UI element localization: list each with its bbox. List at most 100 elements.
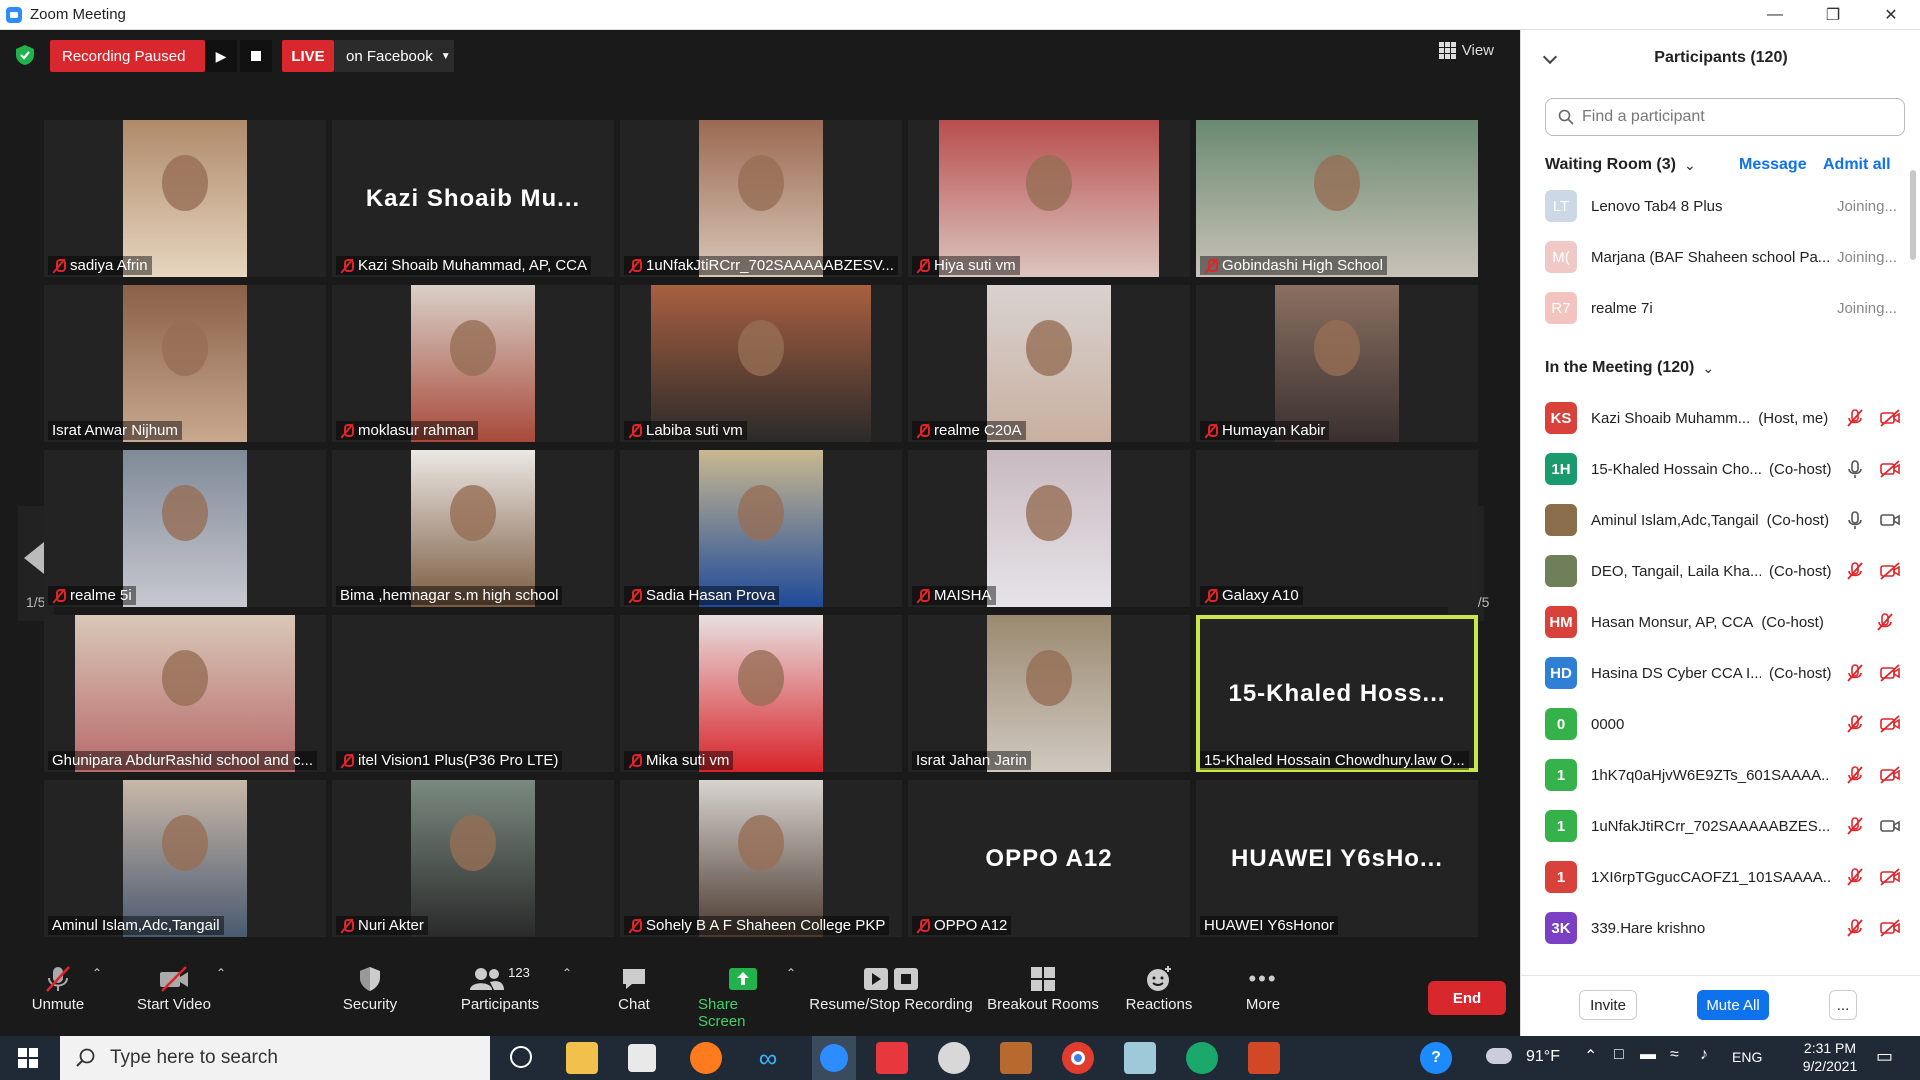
share-screen-button[interactable]: Share Screen — [698, 962, 788, 1030]
invite-button[interactable]: Invite — [1579, 990, 1637, 1020]
participant-video-tile[interactable]: realme 5i — [44, 450, 326, 607]
participants-caret-icon[interactable]: ⌃ — [562, 966, 572, 980]
chrome-icon[interactable] — [1062, 1042, 1094, 1074]
close-icon[interactable]: ✕ — [1862, 0, 1920, 30]
meeting-participant-row[interactable]: 3K 339.Hare krishno — [1545, 906, 1901, 950]
waiting-room-row[interactable]: M(Marjana (BAF Shaheen school Pa... Joini… — [1545, 235, 1901, 279]
powerpoint-icon[interactable] — [1248, 1042, 1280, 1074]
resume-stop-recording-button[interactable]: Resume/Stop Recording — [808, 962, 974, 1013]
video-off-icon[interactable] — [1879, 867, 1900, 887]
notes-app-icon[interactable] — [1124, 1042, 1156, 1074]
admit-all-link[interactable]: Admit all — [1823, 156, 1891, 174]
video-off-icon[interactable] — [1879, 459, 1900, 479]
participant-video-tile[interactable]: Gobindashi High School — [1196, 120, 1478, 277]
participant-video-tile[interactable]: Humayan Kabir — [1196, 285, 1478, 442]
waiting-room-row[interactable]: R7 realme 7i Joining... — [1545, 286, 1901, 330]
mic-muted-icon[interactable] — [1845, 408, 1865, 428]
tray-chevron-icon[interactable]: ⌃ — [1584, 1046, 1597, 1066]
video-off-icon[interactable] — [1879, 408, 1900, 428]
meeting-participant-row[interactable]: Aminul Islam,Adc,Tangail (Co-host) — [1545, 498, 1901, 542]
photo-app-icon[interactable] — [1000, 1042, 1032, 1074]
mic-muted-icon[interactable] — [1845, 816, 1865, 836]
view-button[interactable]: View — [1438, 42, 1494, 59]
unmute-button[interactable]: Unmute — [30, 962, 86, 1013]
meeting-participant-row[interactable]: HM Hasan Monsur, AP, CCA (Co-host) — [1545, 600, 1901, 644]
participant-video-tile[interactable]: Mika suti vm — [620, 615, 902, 772]
video-on-icon[interactable] — [1879, 510, 1900, 530]
participant-video-tile[interactable]: Israt Anwar Nijhum — [44, 285, 326, 442]
store-icon[interactable] — [628, 1044, 656, 1072]
participants-button[interactable]: 123 Participants — [460, 962, 540, 1014]
anydesk-icon[interactable] — [876, 1042, 908, 1074]
infinity-app-icon[interactable]: ∞ — [752, 1042, 784, 1074]
meeting-participant-row[interactable]: 1H 15-Khaled Hossain Cho... (Co-host) — [1545, 447, 1901, 491]
battery-icon[interactable]: ▬ — [1640, 1046, 1656, 1064]
video-options-caret-icon[interactable]: ⌃ — [216, 966, 226, 980]
meeting-participant-row[interactable]: 1 1hK7q0aHjvW6E9ZTs_601SAAAA... — [1545, 753, 1901, 797]
participant-video-tile[interactable]: itel Vision1 Plus(P36 Pro LTE) — [332, 615, 614, 772]
participant-video-tile[interactable]: Galaxy A10 — [1196, 450, 1478, 607]
participant-video-tile[interactable]: Sohely B A F Shaheen College PKP — [620, 780, 902, 937]
participant-video-tile[interactable]: Bima ,hemnagar s.m high school — [332, 450, 614, 607]
participant-video-tile[interactable]: Labiba suti vm — [620, 285, 902, 442]
mic-on-icon[interactable] — [1845, 459, 1865, 479]
weather-icon[interactable] — [1486, 1048, 1512, 1064]
video-on-icon[interactable] — [1879, 816, 1900, 836]
participant-video-tile[interactable]: Sadia Hasan Prova — [620, 450, 902, 607]
message-waiting-room-link[interactable]: Message — [1739, 156, 1807, 174]
task-view-icon[interactable] — [510, 1046, 532, 1068]
participant-video-tile[interactable]: Nuri Akter — [332, 780, 614, 937]
waiting-room-row[interactable]: LT Lenovo Tab4 8 Plus Joining... — [1545, 184, 1901, 228]
restore-icon[interactable]: ❐ — [1804, 0, 1862, 30]
clock-time[interactable]: 2:31 PM — [1790, 1040, 1870, 1056]
participant-video-tile[interactable]: Aminul Islam,Adc,Tangail — [44, 780, 326, 937]
participant-video-tile[interactable]: HUAWEI Y6sHo... HUAWEI Y6sHonor — [1196, 780, 1478, 937]
minimize-icon[interactable]: — — [1746, 0, 1804, 30]
stop-recording-icon[interactable] — [240, 40, 272, 72]
mic-muted-icon[interactable] — [1875, 612, 1895, 632]
help-icon[interactable]: ? — [1420, 1042, 1452, 1074]
meeting-participant-row[interactable]: 1 1XI6rpTGgucCAOFZ1_101SAAAA... — [1545, 855, 1901, 899]
collapse-chevron-icon[interactable] — [1542, 49, 1558, 65]
start-video-button[interactable]: Start Video — [134, 962, 214, 1013]
video-off-icon[interactable] — [1879, 918, 1900, 938]
taskbar-search-box[interactable]: Type here to search — [60, 1036, 490, 1080]
windows-start-icon[interactable] — [18, 1048, 38, 1068]
participant-video-tile[interactable]: realme C20A — [908, 285, 1190, 442]
encryption-shield-icon[interactable] — [14, 44, 36, 66]
participant-video-tile[interactable]: sadiya Afrin — [44, 120, 326, 277]
panel-more-button[interactable]: ... — [1829, 990, 1857, 1020]
participant-video-tile[interactable]: OPPO A12 OPPO A12 — [908, 780, 1190, 937]
breakout-rooms-button[interactable]: Breakout Rooms — [985, 962, 1101, 1013]
volume-icon[interactable]: ♪ — [1700, 1046, 1708, 1064]
weather-temp[interactable]: 91°F — [1526, 1048, 1560, 1066]
participant-video-tile[interactable]: MAISHA — [908, 450, 1190, 607]
mute-all-button[interactable]: Mute All — [1697, 990, 1769, 1020]
meeting-participant-row[interactable]: HD Hasina DS Cyber CCA I... (Co-host) — [1545, 651, 1901, 695]
waiting-room-toggle[interactable]: Waiting Room (3) ⌄ — [1545, 156, 1696, 174]
participant-video-tile[interactable]: 1uNfakJtiRCrr_702SAAAAABZESV... — [620, 120, 902, 277]
participant-video-tile[interactable]: Israt Jahan Jarin — [908, 615, 1190, 772]
mic-muted-icon[interactable] — [1845, 765, 1865, 785]
find-participant-input[interactable]: Find a participant — [1545, 98, 1905, 136]
meeting-participant-row[interactable]: 1 1uNfakJtiRCrr_702SAAAAABZES... — [1545, 804, 1901, 848]
participant-video-tile[interactable]: Kazi Shoaib Mu... Kazi Shoaib Muhammad, A… — [332, 120, 614, 277]
clock-date[interactable]: 9/2/2021 — [1790, 1058, 1870, 1074]
network-icon[interactable]: □ — [1614, 1046, 1624, 1064]
paint-icon[interactable] — [938, 1042, 970, 1074]
zoom-taskbar-icon[interactable] — [812, 1036, 856, 1080]
mic-on-icon[interactable] — [1845, 510, 1865, 530]
mic-muted-icon[interactable] — [1845, 867, 1865, 887]
share-options-caret-icon[interactable]: ⌃ — [786, 966, 796, 980]
participant-video-tile[interactable]: 15-Khaled Hoss... 15-Khaled Hossain Chowd… — [1196, 615, 1478, 772]
more-button[interactable]: ••• More — [1238, 962, 1288, 1013]
in-meeting-toggle[interactable]: In the Meeting (120) ⌄ — [1545, 359, 1714, 377]
meeting-participant-row[interactable]: 0 0000 — [1545, 702, 1901, 746]
panel-scrollbar[interactable] — [1910, 170, 1916, 260]
participant-video-tile[interactable]: Hiya suti vm — [908, 120, 1190, 277]
mic-muted-icon[interactable] — [1845, 714, 1865, 734]
video-off-icon[interactable] — [1879, 663, 1900, 683]
meeting-participant-row[interactable]: KS Kazi Shoaib Muhamm... (Host, me) — [1545, 396, 1901, 440]
end-meeting-button[interactable]: End — [1428, 981, 1506, 1015]
resume-recording-icon[interactable]: ▶ — [205, 40, 237, 72]
